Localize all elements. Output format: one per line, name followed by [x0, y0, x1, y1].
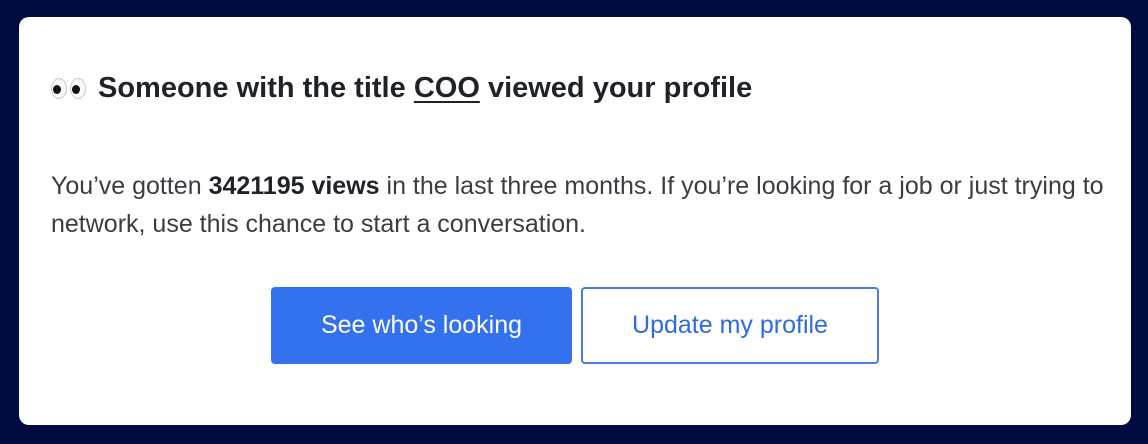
heading-suffix: viewed your profile: [487, 72, 753, 104]
update-profile-button[interactable]: Update my profile: [581, 287, 879, 364]
eyes-icon: [51, 78, 86, 99]
notification-body: You’ve gotten 3421195 views in the last …: [51, 167, 1111, 243]
left-eye-icon: [51, 78, 67, 99]
heading-prefix: Someone with the title: [98, 72, 406, 104]
body-prefix: You’ve gotten: [51, 172, 202, 200]
views-count: 3421195 views: [208, 172, 380, 200]
viewer-job-title[interactable]: COO: [414, 72, 480, 105]
right-eye-icon: [70, 78, 86, 99]
profile-view-notification-card: Someone with the title COO viewed your p…: [19, 17, 1131, 425]
notification-heading: Someone with the title COO viewed your p…: [51, 72, 752, 105]
see-whos-looking-button[interactable]: See who’s looking: [271, 287, 572, 364]
